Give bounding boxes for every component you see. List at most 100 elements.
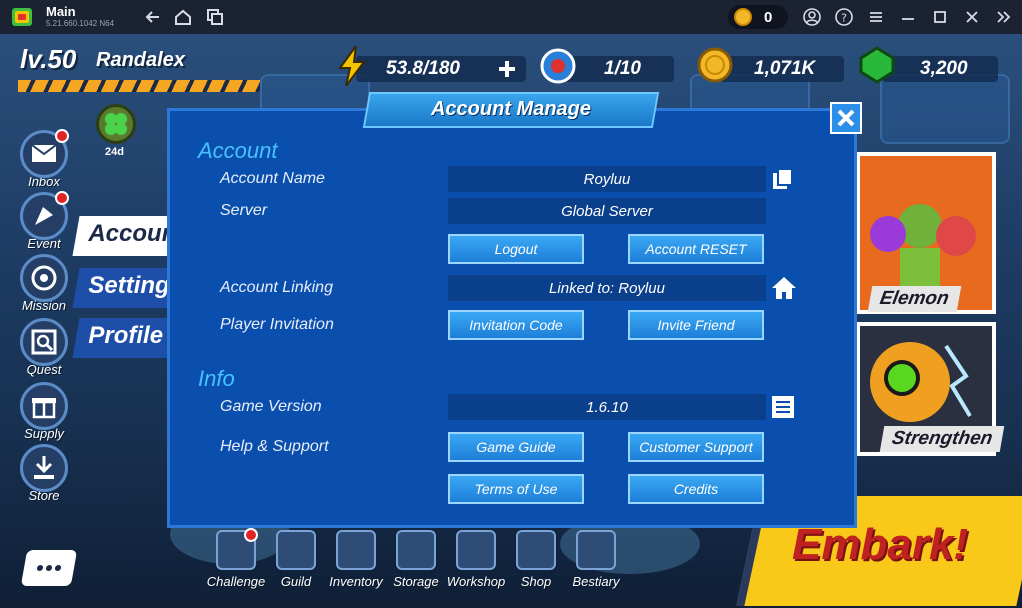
sidebar-item-inbox[interactable]: Inbox xyxy=(18,129,70,189)
account-name-label: Account Name xyxy=(220,170,325,187)
gem-value: 3,200 xyxy=(920,58,968,79)
green-gem-icon xyxy=(859,46,895,84)
ticket-resource[interactable]: 1/10 xyxy=(540,46,680,86)
player-name[interactable]: Randalex xyxy=(96,49,185,72)
account-linking-label: Account Linking xyxy=(220,279,333,296)
game-version-value: 1.6.10 xyxy=(448,394,766,420)
notification-dot xyxy=(55,191,69,205)
tab-setting[interactable]: Setting xyxy=(72,268,180,308)
gold-value: 1,071K xyxy=(754,58,816,79)
game-guide-button[interactable]: Game Guide xyxy=(448,432,584,462)
inventory-icon xyxy=(336,530,376,570)
sidebar-item-event[interactable]: Event xyxy=(18,191,70,251)
expand-sidebar-icon[interactable] xyxy=(994,7,1014,27)
gold-resource[interactable]: 1,071K xyxy=(696,46,846,86)
coin-icon xyxy=(734,8,752,26)
bluestacks-logo-icon xyxy=(12,8,32,26)
game-version-label: Game Version xyxy=(220,398,322,415)
nav-label: Inventory xyxy=(329,574,383,589)
nav-label: Storage xyxy=(393,574,439,589)
sidebar-item-mission[interactable]: Mission xyxy=(18,254,70,313)
invite-friend-button[interactable]: Invite Friend xyxy=(628,310,764,340)
gem-resource[interactable]: 3,200 xyxy=(858,46,998,86)
nav-guild[interactable]: Guild xyxy=(264,530,328,589)
account-reset-button[interactable]: Account RESET xyxy=(628,234,764,264)
emulator-version: 5.21.660.1042 N64 xyxy=(46,19,115,28)
sidebar-item-supply[interactable]: Supply xyxy=(18,382,70,441)
account-section-title: Account xyxy=(198,138,278,163)
logout-button[interactable]: Logout xyxy=(448,234,584,264)
customer-support-button[interactable]: Customer Support xyxy=(628,432,764,462)
nav-bestiary[interactable]: Bestiary xyxy=(564,530,628,589)
elemon-card-label: Elemon xyxy=(867,286,961,312)
xp-bar xyxy=(18,80,260,92)
terms-of-use-button[interactable]: Terms of Use xyxy=(448,474,584,504)
challenge-icon xyxy=(216,528,258,570)
store-download-icon xyxy=(20,444,68,492)
emulator-titlebar: Main 5.21.660.1042 N64 0 ? xyxy=(0,0,1022,34)
minimize-icon[interactable] xyxy=(898,7,918,27)
nav-inventory[interactable]: Inventory xyxy=(324,530,388,589)
clover-icon xyxy=(105,113,127,135)
clover-badge[interactable] xyxy=(96,104,136,144)
nav-label: Workshop xyxy=(446,574,506,589)
svg-text:?: ? xyxy=(841,12,847,25)
account-linking-value: Linked to: Royluu xyxy=(448,275,766,301)
window-title: Main xyxy=(46,4,76,19)
strengthen-card-label: Strengthen xyxy=(879,426,1005,452)
quest-magnifier-icon xyxy=(20,318,68,366)
account-name-value: Royluu xyxy=(448,166,766,192)
game-viewport: lv.50 Randalex 53.8/180 1/10 1,071K 3,20… xyxy=(0,34,1022,608)
account-icon[interactable] xyxy=(802,7,822,27)
home-icon[interactable] xyxy=(770,274,798,302)
notes-icon[interactable] xyxy=(770,394,796,420)
close-icon xyxy=(837,109,855,127)
shop-icon xyxy=(516,530,556,570)
energy-resource[interactable]: 53.8/180 xyxy=(336,46,526,86)
coin-count: 0 xyxy=(764,8,773,26)
server-label: Server xyxy=(220,202,268,219)
gold-coin-icon xyxy=(697,47,733,83)
back-arrow-icon[interactable] xyxy=(143,7,163,27)
bestiary-book-icon xyxy=(576,530,616,570)
chat-button[interactable] xyxy=(20,550,78,586)
close-window-icon[interactable] xyxy=(962,7,982,27)
event-icon xyxy=(20,191,69,240)
nav-challenge[interactable]: Challenge xyxy=(204,528,268,589)
help-icon[interactable]: ? xyxy=(834,7,854,27)
gift-icon xyxy=(20,382,68,430)
tab-profile[interactable]: Profile xyxy=(72,318,180,358)
close-dialog-button[interactable] xyxy=(830,102,862,134)
sidebar-item-store[interactable]: Store xyxy=(18,444,70,503)
server-value: Global Server xyxy=(448,198,766,224)
multi-window-icon[interactable] xyxy=(205,7,225,27)
inbox-icon xyxy=(20,129,69,178)
coin-balance[interactable]: 0 xyxy=(728,5,788,29)
nav-label: Guild xyxy=(280,574,312,589)
nav-label: Bestiary xyxy=(572,574,620,589)
guild-icon xyxy=(276,530,316,570)
badge-days-label: 24d xyxy=(105,146,124,158)
mission-icon xyxy=(20,254,68,302)
nav-label: Challenge xyxy=(206,574,266,589)
menu-icon[interactable] xyxy=(866,7,886,27)
dialog-title: Account Manage xyxy=(430,98,592,120)
nav-shop[interactable]: Shop xyxy=(504,530,568,589)
tab-profile-label: Profile xyxy=(88,322,164,349)
maximize-icon[interactable] xyxy=(930,7,950,27)
notification-dot xyxy=(244,528,258,542)
home-icon[interactable] xyxy=(173,7,193,27)
player-level: lv.50 xyxy=(20,44,77,74)
add-energy-icon[interactable] xyxy=(496,58,518,80)
tab-setting-label: Setting xyxy=(88,272,170,299)
lightning-icon xyxy=(338,46,366,86)
nav-workshop[interactable]: Workshop xyxy=(444,530,508,589)
sidebar-item-quest[interactable]: Quest xyxy=(18,318,70,377)
invitation-code-button[interactable]: Invitation Code xyxy=(448,310,584,340)
info-section-title: Info xyxy=(198,366,235,391)
copy-icon[interactable] xyxy=(770,166,796,192)
storage-icon xyxy=(396,530,436,570)
nav-storage[interactable]: Storage xyxy=(384,530,448,589)
credits-button[interactable]: Credits xyxy=(628,474,764,504)
notification-dot xyxy=(55,129,69,143)
